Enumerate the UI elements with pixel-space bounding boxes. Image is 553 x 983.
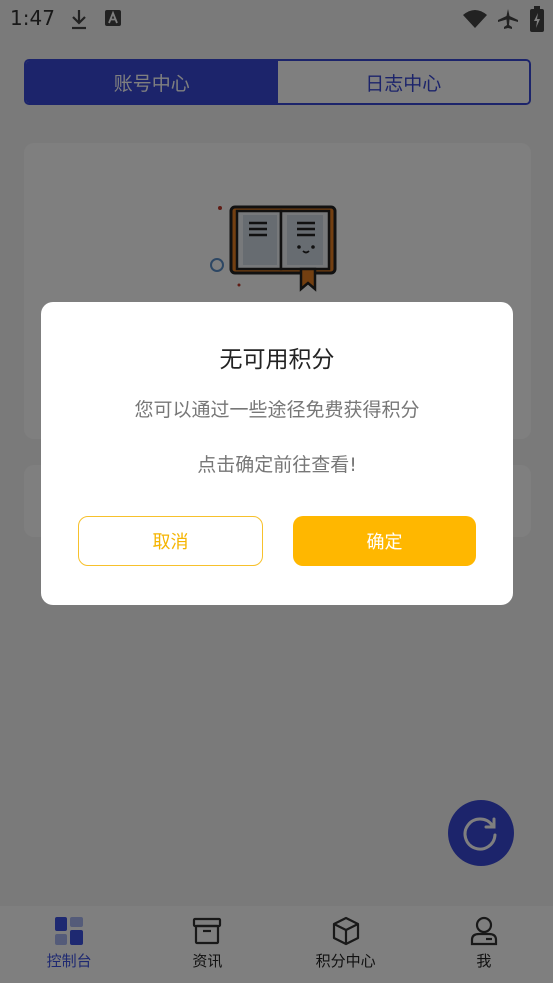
dialog-hint: 点击确定前往查看! [197,454,357,476]
no-points-dialog: 无可用积分 您可以通过一些途径免费获得积分 点击确定前往查看! 取消 确定 [41,302,513,605]
cancel-button[interactable]: 取消 [78,516,263,566]
confirm-button[interactable]: 确定 [293,516,476,566]
dialog-message: 您可以通过一些途径免费获得积分 [134,399,420,421]
dialog-title: 无可用积分 [219,347,335,373]
